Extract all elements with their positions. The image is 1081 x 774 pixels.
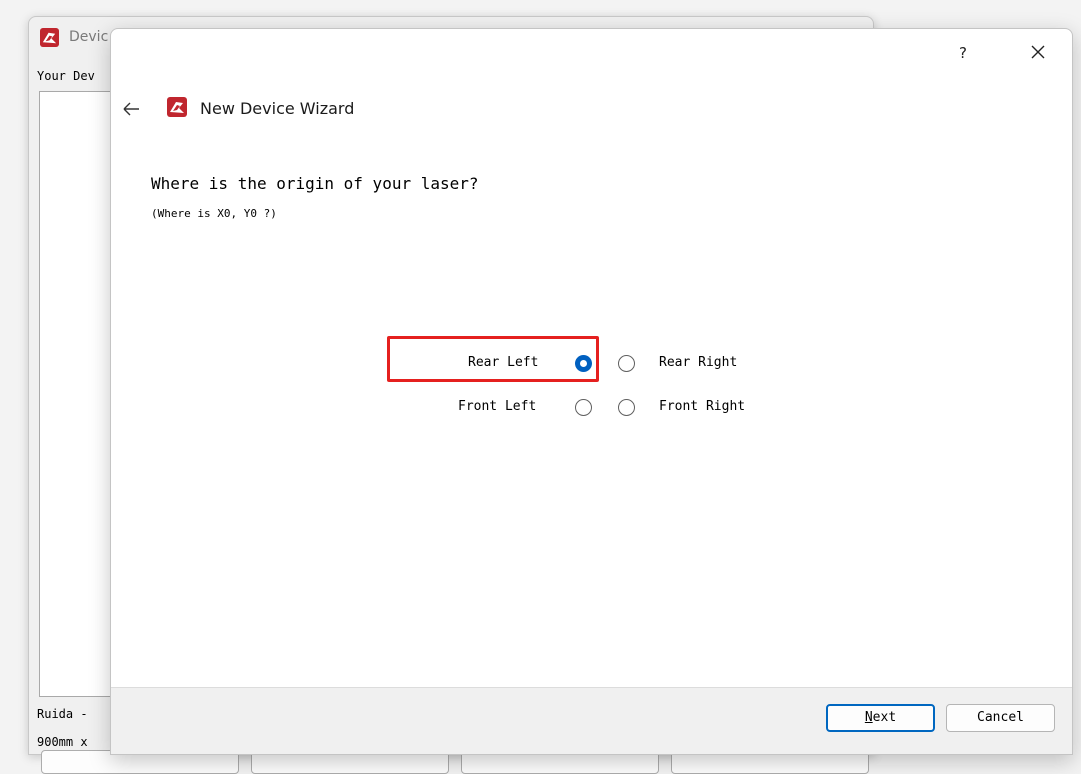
close-button[interactable] bbox=[1021, 37, 1055, 67]
device-name-label: Ruida - bbox=[37, 707, 88, 721]
device-size-label: 900mm x bbox=[37, 735, 88, 749]
front-right-label[interactable]: Front Right bbox=[659, 399, 745, 414]
next-button-label: ext bbox=[872, 710, 897, 725]
rear-right-radio[interactable] bbox=[618, 355, 635, 372]
back-button[interactable] bbox=[119, 97, 145, 121]
close-icon bbox=[1031, 45, 1045, 59]
lightburn-logo-icon bbox=[167, 97, 187, 117]
cancel-button[interactable]: Cancel bbox=[946, 704, 1055, 732]
app-logo-icon bbox=[40, 28, 59, 47]
selected-option-highlight bbox=[387, 336, 599, 382]
devices-window-title: Devic bbox=[69, 29, 109, 45]
wizard-footer: Next Cancel bbox=[111, 687, 1072, 754]
next-button-mnemonic: N bbox=[864, 710, 873, 725]
front-left-radio[interactable] bbox=[575, 399, 592, 416]
next-button[interactable]: Next bbox=[826, 704, 935, 732]
origin-question: Where is the origin of your laser? bbox=[151, 174, 479, 193]
arrow-left-icon bbox=[123, 102, 139, 116]
help-button[interactable]: ? bbox=[949, 39, 977, 67]
new-device-wizard-dialog: ? New Device Wizard Where is the origin … bbox=[110, 28, 1073, 755]
wizard-title: New Device Wizard bbox=[200, 99, 355, 118]
origin-subquestion: (Where is X0, Y0 ?) bbox=[151, 207, 277, 220]
front-right-radio[interactable] bbox=[618, 399, 635, 416]
your-devices-label: Your Dev bbox=[37, 69, 95, 83]
rear-right-label[interactable]: Rear Right bbox=[659, 355, 737, 370]
front-left-label[interactable]: Front Left bbox=[458, 399, 536, 414]
